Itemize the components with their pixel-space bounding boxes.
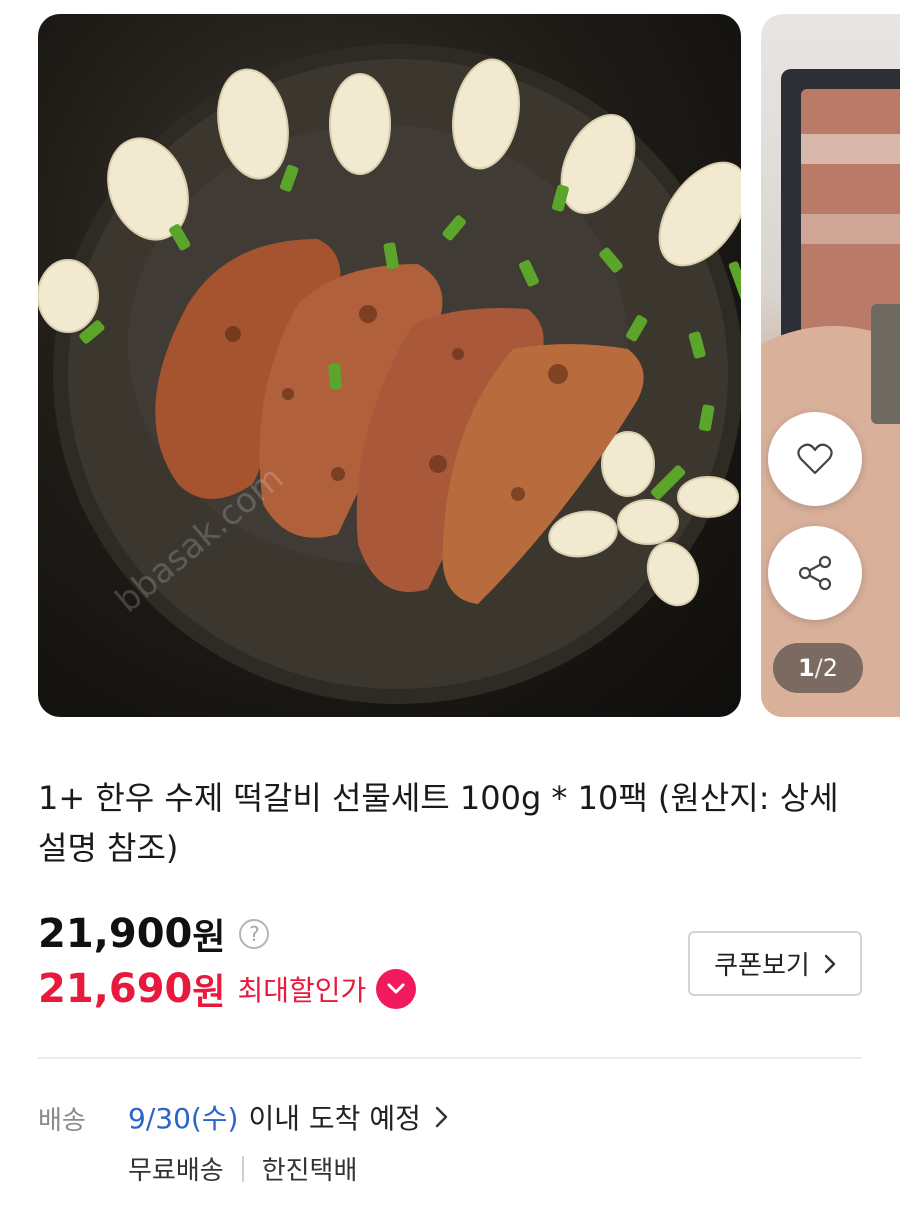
share-icon bbox=[798, 555, 832, 591]
heart-icon bbox=[797, 443, 833, 475]
help-icon[interactable]: ? bbox=[239, 919, 270, 949]
like-button[interactable] bbox=[768, 412, 862, 506]
image-carousel[interactable]: bbasak.com 1 / 2 bbox=[0, 0, 900, 740]
sale-price-value: 21,690 bbox=[38, 966, 193, 1012]
food-photo: bbasak.com bbox=[38, 44, 741, 704]
shipping-fee: 무료배송 bbox=[128, 1156, 224, 1186]
chevron-down-icon bbox=[387, 983, 405, 994]
page-total: 2 bbox=[822, 654, 839, 682]
shipping-arrival-link[interactable]: 9/30(수) 이내 도착 예정 bbox=[128, 1097, 449, 1137]
shipping-date: 9/30(수) bbox=[128, 1102, 239, 1135]
max-discount-label[interactable]: 최대할인가 bbox=[237, 969, 366, 1009]
chevron-right-icon bbox=[435, 1106, 448, 1128]
sale-price-unit: 원 bbox=[192, 972, 226, 1013]
coupon-button-label: 쿠폰보기 bbox=[714, 951, 810, 981]
original-price-value: 21,900 bbox=[38, 911, 193, 957]
shipping-info: 무료배송 한진택배 bbox=[128, 1150, 357, 1187]
page-current: 1 bbox=[797, 654, 815, 682]
original-price-unit: 원 bbox=[192, 917, 226, 958]
shipping-carrier: 한진택배 bbox=[261, 1156, 358, 1186]
original-price: 21,900 원 ? bbox=[38, 908, 270, 960]
info-separator bbox=[241, 1155, 244, 1182]
coupon-button[interactable]: 쿠폰보기 bbox=[688, 931, 862, 996]
share-button[interactable] bbox=[768, 526, 862, 620]
product-image-main[interactable]: bbasak.com bbox=[38, 14, 741, 717]
section-divider bbox=[38, 1057, 862, 1059]
discount-expand-button[interactable] bbox=[376, 969, 417, 1009]
sale-price: 21,690 원 최대할인가 bbox=[38, 963, 417, 1015]
page-indicator: 1 / 2 bbox=[773, 643, 863, 693]
chevron-right-icon bbox=[824, 954, 836, 973]
product-title: 1+ 한우 수제 떡갈비 선물세트 100g * 10팩 (원산지: 상세설명 … bbox=[38, 779, 839, 867]
shipping-arrival-text: 이내 도착 예정 bbox=[248, 1102, 421, 1135]
shipping-label: 배송 bbox=[38, 1106, 86, 1136]
page-separator: / bbox=[814, 654, 823, 682]
